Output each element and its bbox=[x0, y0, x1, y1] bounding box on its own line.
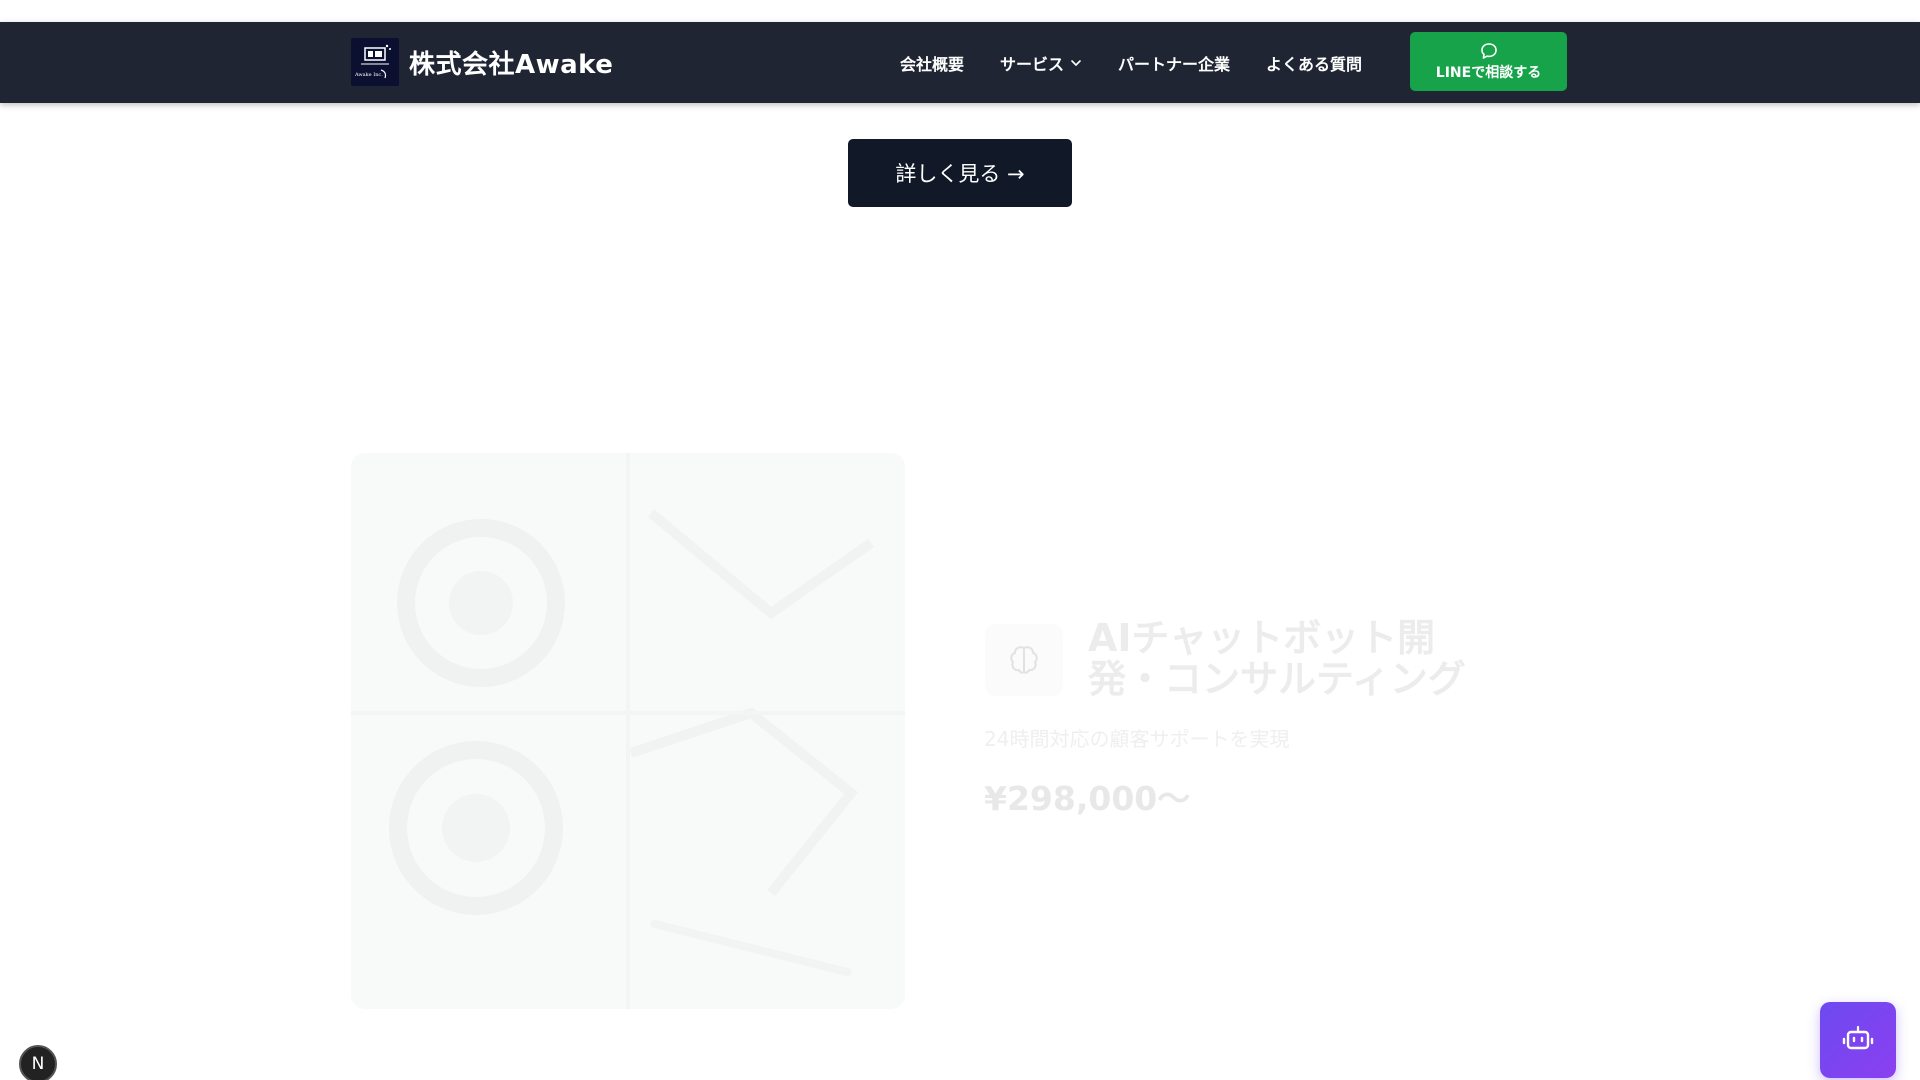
nav-item-partners[interactable]: パートナー企業 bbox=[1118, 51, 1230, 75]
line-consult-button[interactable]: LINEで相談する bbox=[1410, 32, 1567, 91]
line-consult-label: LINEで相談する bbox=[1435, 64, 1542, 81]
site-header: Awake Inc. 株式会社Awake 会社概要 サービス パートナー企業 よ… bbox=[0, 22, 1920, 103]
service-price: ¥298,000〜 bbox=[984, 779, 1191, 818]
service-icon-box bbox=[985, 624, 1063, 696]
brand-link[interactable]: Awake Inc. 株式会社Awake bbox=[351, 37, 613, 87]
chat-bubble-icon bbox=[1480, 42, 1497, 59]
main-nav: 会社概要 サービス パートナー企業 よくある質問 bbox=[900, 22, 1398, 103]
page: Awake Inc. 株式会社Awake 会社概要 サービス パートナー企業 よ… bbox=[0, 0, 1920, 1080]
service-image bbox=[351, 453, 905, 1009]
robot-icon bbox=[1842, 1025, 1874, 1050]
nav-item-label: よくある質問 bbox=[1266, 54, 1363, 74]
brain-icon bbox=[1010, 646, 1038, 674]
dev-badge[interactable]: N bbox=[19, 1045, 57, 1080]
nav-item-faq[interactable]: よくある質問 bbox=[1266, 51, 1362, 75]
view-details-button[interactable]: 詳しく見る → bbox=[848, 139, 1072, 207]
nav-item-label: パートナー企業 bbox=[1118, 54, 1231, 74]
company-logo: Awake Inc. bbox=[351, 38, 399, 86]
chatbot-button[interactable] bbox=[1820, 1002, 1896, 1078]
service-title: AIチャットボット開発・コンサルティング bbox=[1088, 616, 1466, 701]
nav-item-services[interactable]: サービス bbox=[1000, 51, 1082, 75]
chevron-down-icon bbox=[1071, 59, 1081, 66]
nav-item-label: サービス bbox=[1000, 54, 1065, 74]
logo-text: Awake Inc. bbox=[355, 72, 383, 78]
nav-item-company[interactable]: 会社概要 bbox=[900, 51, 964, 75]
nav-item-label: 会社概要 bbox=[900, 54, 965, 74]
service-subtitle: 24時間対応の顧客サポートを実現 bbox=[984, 727, 1290, 751]
brand-name: 株式会社Awake bbox=[409, 49, 614, 80]
